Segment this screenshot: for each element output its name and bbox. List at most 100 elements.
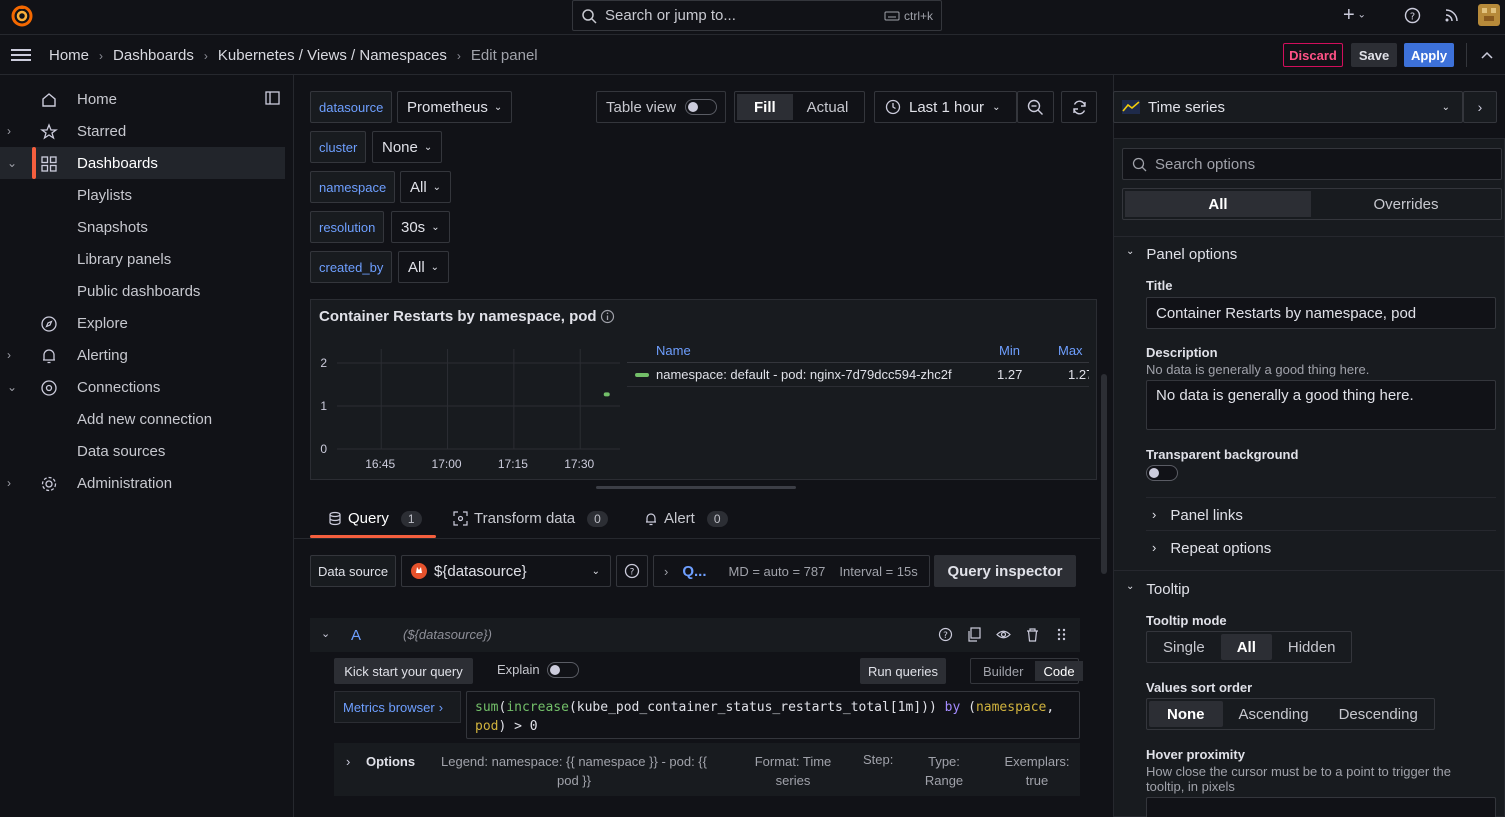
description-textarea[interactable]: No data is generally a good thing here. (1146, 380, 1496, 430)
help-icon[interactable]: ? (1404, 7, 1421, 24)
duplicate-icon[interactable] (967, 627, 982, 642)
sidebar-item-dashboards[interactable]: ⌄ Dashboards (0, 147, 285, 179)
breadcrumb-dashboard[interactable]: Kubernetes / Views / Namespaces (218, 47, 447, 64)
sidebar-item-explore[interactable]: Explore (0, 307, 285, 339)
expand-chevron-icon[interactable]: › (7, 348, 11, 362)
query-code-editor[interactable]: sum(increase(kube_pod_container_status_r… (466, 691, 1080, 739)
metrics-browser-button[interactable]: Metrics browser › (334, 691, 461, 723)
tab-transform-data[interactable]: Transform data 0 (453, 510, 608, 527)
refresh-button[interactable] (1061, 91, 1097, 123)
section-panel-links[interactable]: › Panel links (1152, 507, 1243, 524)
sort-ascending[interactable]: Ascending (1225, 701, 1323, 727)
tab-all[interactable]: All (1125, 191, 1311, 217)
legend-series-max: 1.27 (1068, 367, 1089, 382)
legend-header-max[interactable]: Max (1058, 343, 1083, 358)
table-view-switch[interactable] (685, 99, 717, 115)
sidebar-item-starred[interactable]: › Starred (0, 115, 285, 147)
sidebar-item-library-panels[interactable]: Library panels (77, 251, 171, 268)
search-options-input[interactable]: Search options (1122, 148, 1502, 180)
variable-select-namespace[interactable]: All ⌄ (400, 171, 452, 203)
title-input[interactable]: Container Restarts by namespace, pod (1146, 297, 1496, 329)
tab-alert[interactable]: Alert 0 (644, 510, 728, 527)
menu-toggle-icon[interactable] (11, 48, 31, 62)
active-indicator (32, 147, 36, 179)
sidebar-item-connections[interactable]: ⌄ Connections (0, 371, 285, 403)
chevron-right-icon: › (1152, 540, 1157, 555)
user-avatar[interactable] (1478, 4, 1500, 26)
sidebar-item-administration[interactable]: › Administration (0, 467, 285, 499)
panel-resize-handle[interactable] (596, 486, 796, 489)
sort-none[interactable]: None (1149, 701, 1223, 727)
data-source-help-button[interactable]: ? (616, 555, 648, 587)
kick-start-button[interactable]: Kick start your query (334, 658, 473, 684)
collapse-chevron-icon[interactable]: ⌄ (321, 627, 330, 640)
info-icon[interactable] (600, 309, 615, 324)
zoom-out-button[interactable] (1017, 91, 1054, 123)
close-options-button[interactable]: › (1463, 91, 1497, 123)
section-panel-options[interactable]: ⌄ Panel options (1126, 246, 1237, 263)
collapse-chevron-icon[interactable]: ⌄ (7, 380, 17, 394)
sidebar-item-home[interactable]: Home (0, 83, 285, 115)
connections-icon (41, 380, 57, 396)
variable-select-created-by[interactable]: All ⌄ (398, 251, 450, 283)
discard-button[interactable]: Discard (1283, 43, 1343, 67)
query-ref-id[interactable]: A (351, 627, 361, 644)
table-view-toggle[interactable]: Table view (596, 91, 726, 123)
time-range-picker[interactable]: Last 1 hour ⌄ (874, 91, 1017, 123)
svg-text:?: ? (943, 631, 948, 641)
breadcrumb-dashboards[interactable]: Dashboards (113, 47, 194, 64)
sidebar-item-data-sources[interactable]: Data sources (77, 443, 165, 460)
sidebar-item-public-dashboards[interactable]: Public dashboards (77, 283, 200, 300)
legend-header-name[interactable]: Name (656, 343, 691, 358)
legend-series-name[interactable]: namespace: default - pod: nginx-7d79dcc5… (656, 367, 952, 382)
save-button[interactable]: Save (1351, 43, 1397, 67)
grafana-logo-icon[interactable] (10, 4, 34, 28)
sidebar-item-playlists[interactable]: Playlists (77, 187, 132, 204)
query-options-bar[interactable]: › Q... MD = auto = 787 Interval = 15s (653, 555, 930, 587)
data-source-picker[interactable]: ${datasource} ⌄ (401, 555, 611, 587)
chevron-right-icon: › (99, 48, 104, 63)
actual-option[interactable]: Actual (795, 99, 861, 116)
editor-scrollbar[interactable] (1101, 374, 1107, 574)
tab-query[interactable]: Query 1 (328, 510, 422, 527)
sidebar-item-add-new-connection[interactable]: Add new connection (77, 411, 212, 428)
hover-proximity-input[interactable] (1146, 797, 1496, 817)
help-icon[interactable]: ? (938, 627, 953, 642)
apply-button[interactable]: Apply (1404, 43, 1454, 67)
gear-icon (41, 476, 57, 492)
variable-label-created-by: created_by (310, 251, 393, 283)
sort-descending[interactable]: Descending (1325, 701, 1432, 727)
explain-switch[interactable] (547, 662, 579, 678)
builder-option[interactable]: Builder (973, 664, 1033, 679)
add-menu-button[interactable]: + ⌄ (1343, 5, 1377, 26)
transparent-switch[interactable] (1146, 465, 1178, 481)
collapse-up-icon[interactable] (1480, 50, 1494, 60)
tab-overrides[interactable]: Overrides (1313, 191, 1499, 217)
variable-select-datasource[interactable]: Prometheus ⌄ (397, 91, 513, 123)
breadcrumb-home[interactable]: Home (49, 47, 89, 64)
visualization-picker[interactable]: Time series ⌄ (1113, 91, 1463, 123)
drag-handle-icon[interactable] (1054, 627, 1069, 642)
section-tooltip[interactable]: ⌄ Tooltip (1126, 581, 1190, 598)
query-inspector-button[interactable]: Query inspector (934, 555, 1076, 587)
news-feed-icon[interactable] (1444, 7, 1460, 23)
variable-select-resolution[interactable]: 30s ⌄ (391, 211, 450, 243)
fill-option[interactable]: Fill (737, 94, 793, 120)
trash-icon[interactable] (1025, 627, 1040, 642)
tooltip-mode-hidden[interactable]: Hidden (1274, 634, 1350, 660)
code-option[interactable]: Code (1035, 661, 1083, 681)
expand-chevron-icon[interactable]: › (7, 124, 11, 138)
expand-chevron-icon[interactable]: › (7, 476, 11, 490)
tooltip-mode-all[interactable]: All (1220, 634, 1272, 660)
search-bar[interactable]: Search or jump to... ctrl+k (572, 0, 942, 31)
collapse-chevron-icon[interactable]: ⌄ (7, 156, 17, 170)
sidebar-item-snapshots[interactable]: Snapshots (77, 219, 148, 236)
sidebar-item-alerting[interactable]: › Alerting (0, 339, 285, 371)
chevron-right-icon[interactable]: › (346, 754, 350, 769)
variable-select-cluster[interactable]: None ⌄ (372, 131, 443, 163)
eye-icon[interactable] (996, 627, 1011, 642)
tooltip-mode-single[interactable]: Single (1149, 634, 1219, 660)
section-repeat-options[interactable]: › Repeat options (1152, 540, 1271, 557)
run-queries-button[interactable]: Run queries (860, 658, 946, 684)
legend-header-min[interactable]: Min (999, 343, 1020, 358)
